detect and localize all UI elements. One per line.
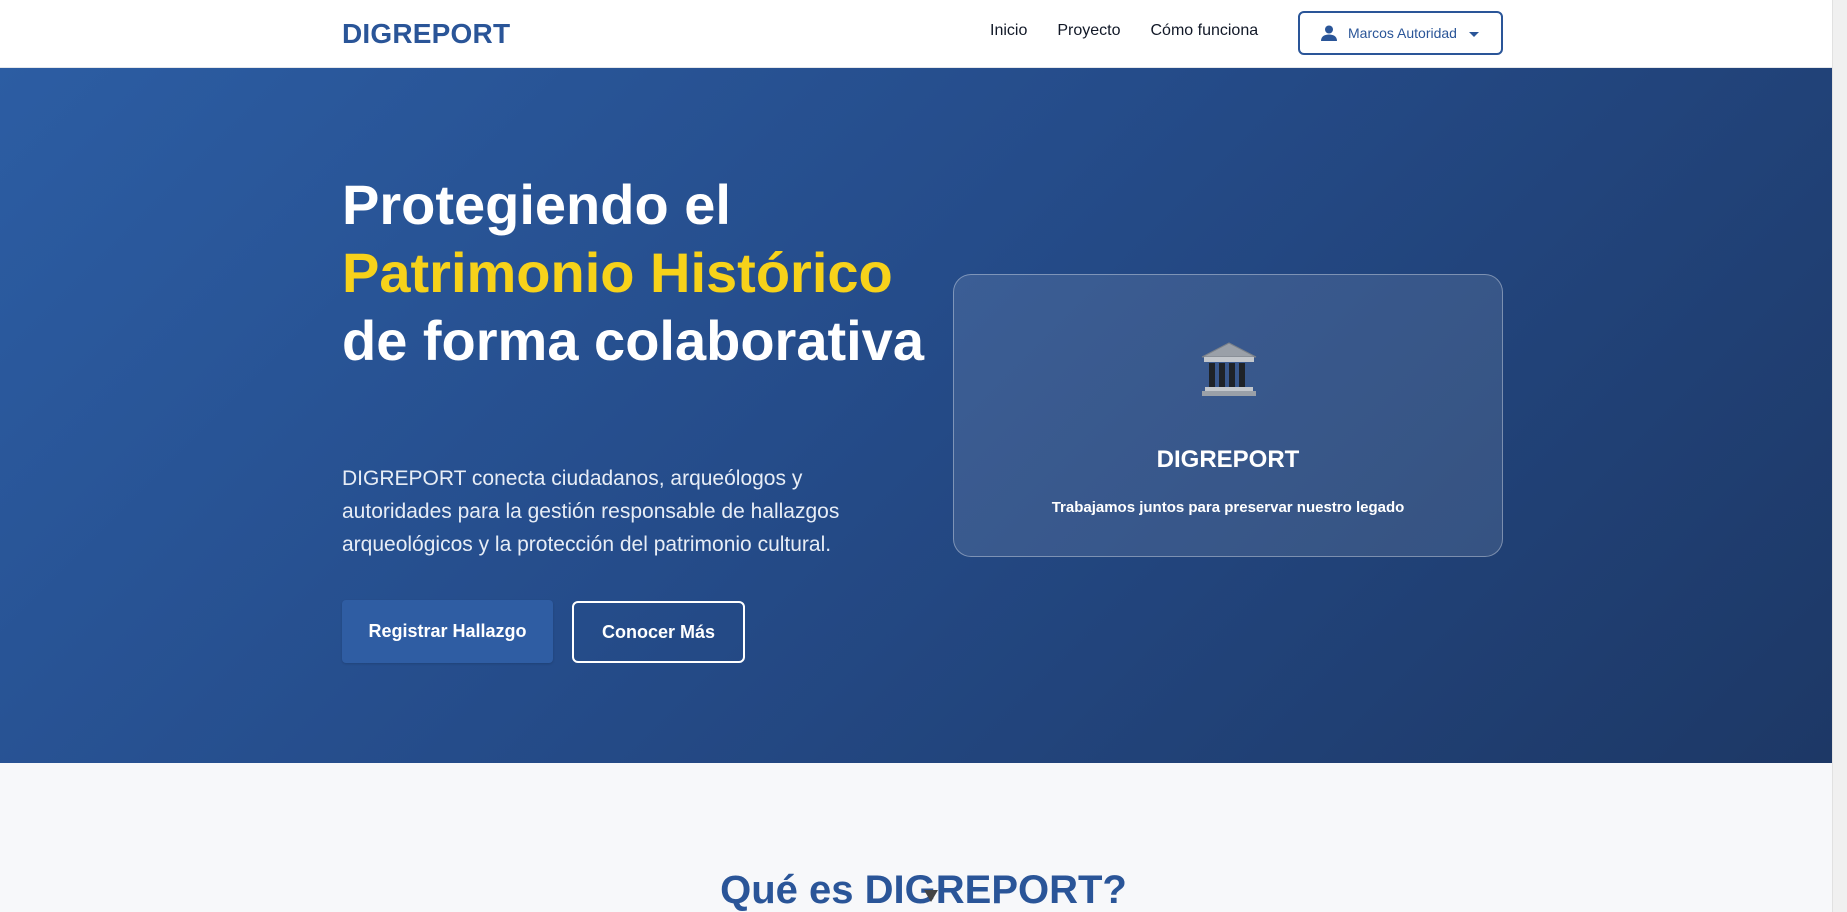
nav-link-proyecto[interactable]: Proyecto [1057, 22, 1120, 40]
brand-logo[interactable]: DIGREPORT [342, 18, 510, 50]
hero-title-accent: Patrimonio Histórico [342, 241, 893, 304]
main-nav: Inicio Proyecto Cómo funciona [990, 22, 1258, 40]
hero-info-card: DIGREPORT Trabajamos juntos para preserv… [953, 274, 1503, 557]
hero-section: Protegiendo el Patrimonio Histórico de f… [0, 68, 1832, 763]
chevron-down-icon [1469, 32, 1479, 37]
learn-more-button[interactable]: Conocer Más [572, 601, 745, 663]
classical-building-icon [1198, 339, 1260, 401]
card-subtitle: Trabajamos juntos para preservar nuestro… [1051, 499, 1405, 516]
user-menu-button[interactable]: Marcos Autoridad [1298, 11, 1503, 55]
user-icon [1320, 24, 1338, 42]
page-scrollbar[interactable] [1832, 0, 1847, 912]
hero-title-line1: Protegiendo el [342, 173, 731, 236]
user-name: Marcos Autoridad [1348, 25, 1457, 41]
card-title: DIGREPORT [1156, 446, 1300, 473]
top-navbar: DIGREPORT Inicio Proyecto Cómo funciona … [0, 0, 1832, 68]
scroll-down-icon[interactable] [924, 890, 938, 902]
hero-title-line3: de forma colaborativa [342, 309, 924, 372]
hero-title: Protegiendo el Patrimonio Histórico de f… [342, 171, 942, 375]
nav-link-como-funciona[interactable]: Cómo funciona [1151, 22, 1259, 40]
page: DIGREPORT Inicio Proyecto Cómo funciona … [0, 0, 1847, 912]
nav-link-inicio[interactable]: Inicio [990, 22, 1027, 40]
register-finding-button[interactable]: Registrar Hallazgo [342, 600, 553, 663]
hero-description: DIGREPORT conecta ciudadanos, arqueólogo… [342, 467, 840, 556]
